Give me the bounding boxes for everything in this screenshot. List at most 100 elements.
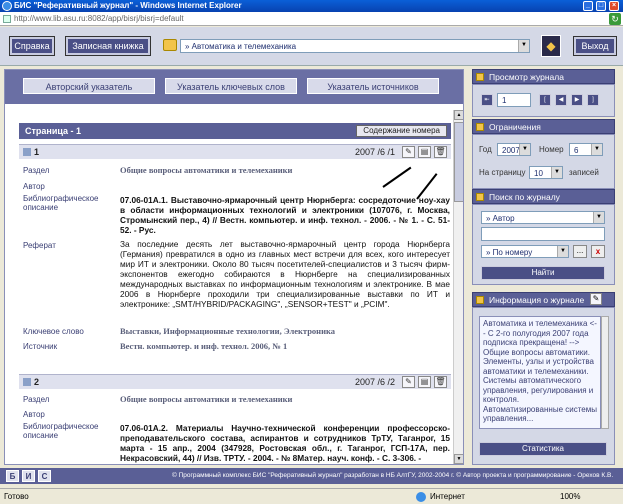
search-header: Поиск по журналу bbox=[472, 189, 615, 204]
limits-header: Ограничения bbox=[472, 119, 615, 134]
delete-icon[interactable]: 🗑 bbox=[434, 376, 447, 388]
record-icon bbox=[23, 148, 31, 156]
record-date: 2007 /6 /1 bbox=[354, 147, 395, 157]
bis-logo-i: И bbox=[22, 470, 35, 482]
add-to-notebook-icon[interactable]: ✎ bbox=[402, 376, 415, 388]
minimize-button[interactable]: _ bbox=[583, 1, 593, 11]
zoom-level[interactable]: 100% bbox=[560, 489, 580, 504]
address-url: http://www.lib.asu.ru:8082/app/bisrj/bis… bbox=[14, 14, 184, 23]
author-label: Автор bbox=[23, 182, 45, 191]
journal-view-panel: ⇤ 1 [ ◀ ▶ ] bbox=[472, 84, 615, 117]
record-date: 2007 /6 /2 bbox=[354, 377, 395, 387]
record-header: 1 2007 /6 /1 ✎ ▤ 🗑 bbox=[19, 144, 451, 159]
edit-icon[interactable]: ✎ bbox=[590, 293, 602, 305]
delete-icon[interactable]: 🗑 bbox=[434, 146, 447, 158]
status-text: Готово bbox=[4, 492, 29, 501]
window-titlebar: БИС "Реферативный журнал" - Windows Inte… bbox=[0, 0, 623, 12]
first-page-icon[interactable]: ⇤ bbox=[481, 94, 493, 106]
contents-button[interactable]: Содержание номера bbox=[356, 125, 447, 137]
bib-label: Библиографическое описание bbox=[23, 422, 99, 440]
search-icon bbox=[476, 193, 484, 201]
statistics-button[interactable]: Статистика bbox=[479, 442, 607, 456]
tab-source-index[interactable]: Указатель источников bbox=[307, 78, 439, 94]
refresh-icon[interactable]: ↻ bbox=[609, 13, 621, 25]
results-scrollbar[interactable]: ▲ ▼ bbox=[453, 110, 463, 464]
info-icon bbox=[476, 296, 484, 304]
records-label: записей bbox=[569, 168, 599, 177]
section-label: Раздел bbox=[23, 395, 50, 404]
abstract-value: За последние десять лет выставочно-ярмар… bbox=[120, 239, 450, 309]
last-page-icon[interactable]: ] bbox=[587, 94, 599, 106]
year-label: Год bbox=[479, 145, 492, 154]
app-toolbar: Справка Записная книжка » Автоматика и т… bbox=[0, 27, 623, 66]
next-page-icon[interactable]: ▶ bbox=[571, 94, 583, 106]
year-select[interactable]: 2007 ▼ bbox=[497, 143, 531, 156]
section-value[interactable]: Общие вопросы автоматики и телемеханики bbox=[120, 394, 450, 404]
bis-logo-b: Б bbox=[6, 470, 19, 482]
record-number: 1 bbox=[23, 147, 39, 157]
search-field-select[interactable]: » Автор ▼ bbox=[481, 211, 605, 224]
address-bar[interactable]: http://www.lib.asu.ru:8082/app/bisrj/bis… bbox=[0, 12, 623, 26]
abstract-label: Реферат bbox=[23, 241, 56, 250]
page-input[interactable]: 1 bbox=[497, 93, 531, 107]
scroll-up-icon[interactable]: ▲ bbox=[454, 110, 463, 120]
tab-author-index[interactable]: Авторский указатель bbox=[23, 78, 155, 94]
globe-icon bbox=[416, 492, 426, 502]
author-label: Автор bbox=[23, 410, 45, 419]
exit-button[interactable]: Выход bbox=[573, 36, 617, 56]
keywords-label: Ключевое слово bbox=[23, 327, 84, 336]
page-title: Страница - 1 bbox=[25, 126, 82, 136]
record-icon bbox=[23, 378, 31, 386]
index-tabs: Авторский указатель Указатель ключевых с… bbox=[5, 70, 463, 104]
chevron-down-icon: ▼ bbox=[551, 167, 562, 178]
prev-page-icon[interactable]: ◀ bbox=[555, 94, 567, 106]
add-to-notebook-icon[interactable]: ✎ bbox=[402, 146, 415, 158]
number-select[interactable]: 6 ▼ bbox=[569, 143, 603, 156]
source-label: Источник bbox=[23, 342, 58, 351]
limits-panel: Год 2007 ▼ Номер 6 ▼ На страницу 10 ▼ запис… bbox=[472, 134, 615, 189]
prev-prev-icon[interactable]: [ bbox=[539, 94, 551, 106]
per-page-label: На страницу bbox=[479, 168, 526, 177]
journal-view-header: Просмотр журнала bbox=[472, 69, 615, 84]
bis-logo-s: С bbox=[38, 470, 51, 482]
number-label: Номер bbox=[539, 145, 564, 154]
scroll-thumb[interactable] bbox=[454, 122, 463, 202]
help-button[interactable]: Справка bbox=[9, 36, 55, 56]
chevron-down-icon: ▼ bbox=[518, 40, 529, 52]
copyright-text: © Программный комплекс БИС "Реферативный… bbox=[172, 472, 614, 479]
view-record-icon[interactable]: ▤ bbox=[418, 376, 431, 388]
status-bar: Готово Интернет 100% bbox=[0, 488, 623, 504]
chevron-down-icon: ▼ bbox=[519, 144, 530, 155]
chevron-down-icon: ▼ bbox=[591, 144, 602, 155]
page-header: Страница - 1 Содержание номера bbox=[19, 123, 451, 139]
bib-label: Библиографическое описание bbox=[23, 194, 99, 212]
notebook-button[interactable]: Записная книжка bbox=[65, 36, 151, 56]
chevron-down-icon: ▼ bbox=[557, 246, 568, 257]
record-number: 2 bbox=[23, 377, 39, 387]
bib-value: 07.06-01А.2. Материалы Научно-техническо… bbox=[120, 423, 450, 463]
source-value[interactable]: Вестн. компьютер. и инф. технол. 2006, №… bbox=[120, 341, 450, 351]
results-panel: Авторский указатель Указатель ключевых с… bbox=[4, 69, 464, 465]
search-panel: » Автор ▼ » По номеру ▼ ... x Найти bbox=[472, 204, 615, 285]
search-mode-select[interactable]: » По номеру ▼ bbox=[481, 245, 569, 258]
view-record-icon[interactable]: ▤ bbox=[418, 146, 431, 158]
close-button[interactable]: × bbox=[609, 1, 619, 11]
folder-icon bbox=[476, 73, 484, 81]
maximize-button[interactable]: □ bbox=[596, 1, 606, 11]
window-title: БИС "Реферативный журнал" - Windows Inte… bbox=[14, 1, 242, 10]
search-input[interactable] bbox=[481, 227, 605, 241]
clear-button[interactable]: x bbox=[591, 245, 605, 258]
find-button[interactable]: Найти bbox=[481, 266, 605, 280]
rubric-value: » Автоматика и телемеханика bbox=[185, 42, 297, 51]
info-scrollbar[interactable] bbox=[601, 316, 609, 429]
rubric-select[interactable]: » Автоматика и телемеханика ▼ bbox=[180, 39, 530, 53]
tab-keyword-index[interactable]: Указатель ключевых слов bbox=[165, 78, 297, 94]
info-panel: Автоматика и телемеханика <-- С 2-го пол… bbox=[472, 307, 615, 465]
journal-info-text: Автоматика и телемеханика <-- С 2-го пол… bbox=[479, 316, 601, 429]
keywords-value[interactable]: Выставки, Информационные технологии, Эле… bbox=[120, 326, 450, 336]
browse-button[interactable]: ... bbox=[573, 245, 587, 258]
scroll-down-icon[interactable]: ▼ bbox=[454, 454, 463, 464]
per-page-select[interactable]: 10 ▼ bbox=[529, 166, 563, 179]
filter-icon bbox=[476, 123, 484, 131]
bib-value: 07.06-01А.1. Выставочно-ярмарочный центр… bbox=[120, 195, 450, 235]
